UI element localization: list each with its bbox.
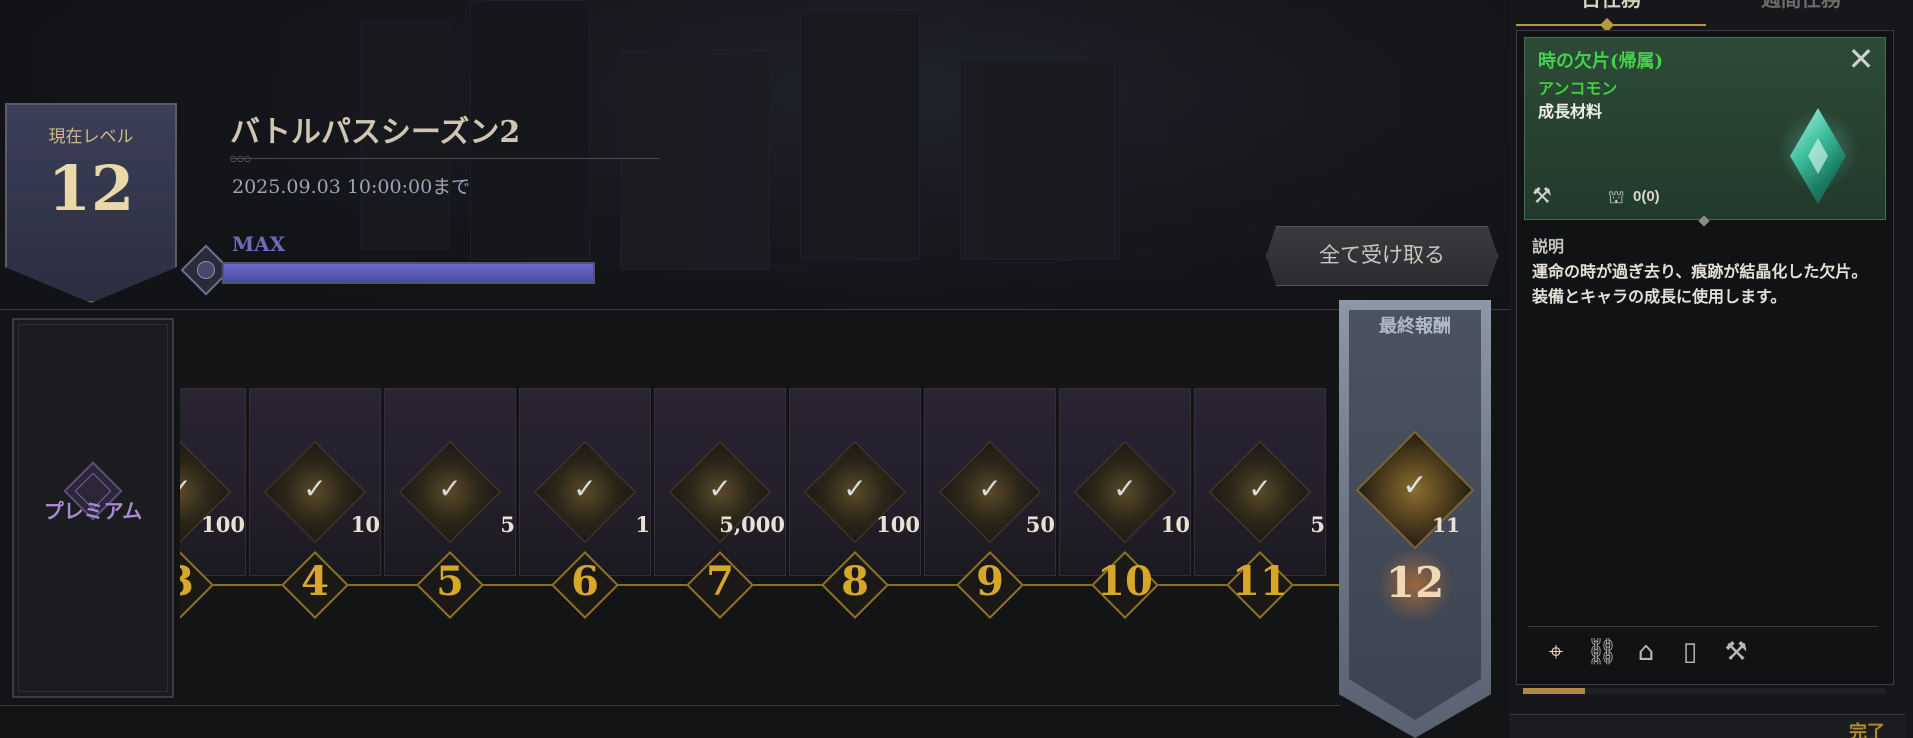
tab-weekly-missions[interactable]: 週間任務: [1706, 0, 1896, 26]
final-reward-level: 12: [1385, 558, 1445, 607]
reward-quantity: 50: [1025, 512, 1055, 537]
season-title: バトルパスシーズン2: [230, 115, 521, 150]
current-level-label: 現在レベル: [48, 127, 134, 146]
level-number: 6: [571, 558, 599, 605]
door-icon[interactable]: ▯: [1672, 634, 1708, 670]
xp-progress-fill: [224, 264, 593, 282]
reward-quantity: 100: [201, 512, 245, 537]
close-button[interactable]: ✕: [1845, 43, 1877, 76]
xp-progress-bar: [222, 262, 595, 284]
claimed-check-icon: ✓: [708, 472, 732, 505]
claimed-check-icon: ✓: [1248, 472, 1272, 505]
detail-scroll-progress-fill: [1523, 688, 1585, 694]
reward-quantity: 10: [350, 512, 380, 537]
claimed-check-icon: ✓: [303, 472, 327, 505]
item-name: 時の欠片(帰属): [1538, 51, 1664, 72]
bank-icon[interactable]: ⌂: [1628, 634, 1664, 670]
claimed-check-icon: ✓: [573, 472, 597, 505]
reward-quantity: 100: [876, 512, 920, 537]
link-icon[interactable]: ⛓: [1584, 634, 1620, 670]
level-number: 11: [1232, 558, 1288, 605]
reward-quantity: 1: [635, 512, 650, 537]
reward-quantity: 5,000: [719, 512, 785, 537]
level-number: 7: [706, 558, 734, 605]
anvil-question-icon[interactable]: ⚒: [1718, 634, 1754, 670]
reward-quantity: 10: [1160, 512, 1190, 537]
premium-label: プレミアム: [43, 501, 143, 523]
xp-emblem-core: [197, 261, 215, 279]
title-underline: [230, 158, 660, 159]
level-number: 5: [436, 558, 464, 605]
claimed-check-icon: ✓: [978, 472, 1002, 505]
item-rarity: アンコモン: [1538, 81, 1618, 98]
current-level-value: 12: [47, 152, 135, 225]
anvil-icon: ⚒: [1532, 184, 1552, 209]
reward-track-viewport: ✓ 100 3 ✓ 10 4 ✓ 5 5 ✓ 1 6 ✓ 5,000 7 ✓ 100 8 ✓ 50 9 ✓ 10 10 ✓ 5 11: [180, 380, 1340, 640]
bottom-bar: [1510, 714, 1905, 738]
level-number: 4: [301, 558, 329, 605]
claimed-check-icon: ✓: [180, 472, 202, 505]
weight-icon: ⛫: [1608, 187, 1625, 208]
done-label: 完了: [1849, 722, 1885, 738]
description-line: 装備とキャラの成長に使用します。: [1532, 289, 1787, 306]
description-line: 運命の時が過ぎ去り、痕跡が結晶化した欠片。: [1532, 264, 1868, 281]
xp-status-label: MAX: [232, 232, 286, 256]
season-deadline: 2025.09.03 10:00:00まで: [232, 176, 471, 198]
level-number: 3: [180, 558, 220, 605]
item-category: 成長材料: [1538, 104, 1603, 121]
divider: [0, 309, 1510, 310]
source-icons-separator: [1528, 626, 1878, 627]
level-number: 10: [1097, 558, 1153, 605]
claimed-check-icon: ✓: [1402, 468, 1428, 503]
claimed-check-icon: ✓: [1113, 472, 1137, 505]
map-pin-icon[interactable]: ⌖: [1538, 634, 1574, 670]
divider: [0, 705, 1340, 706]
reward-quantity: 5: [500, 512, 515, 537]
claimed-check-icon: ✓: [843, 472, 867, 505]
level-number: 9: [976, 558, 1004, 605]
claim-all-button[interactable]: 全て受け取る: [1266, 226, 1498, 286]
reward-quantity: 5: [1310, 512, 1325, 537]
description-heading: 説明: [1532, 239, 1565, 256]
claimed-check-icon: ✓: [438, 472, 462, 505]
final-reward-label: 最終報酬: [1379, 316, 1451, 336]
final-reward-quantity: 11: [1432, 513, 1460, 537]
detail-scroll-progress: [1523, 688, 1885, 694]
level-number: 8: [841, 558, 869, 605]
item-owned-count: 0(0): [1633, 188, 1660, 205]
